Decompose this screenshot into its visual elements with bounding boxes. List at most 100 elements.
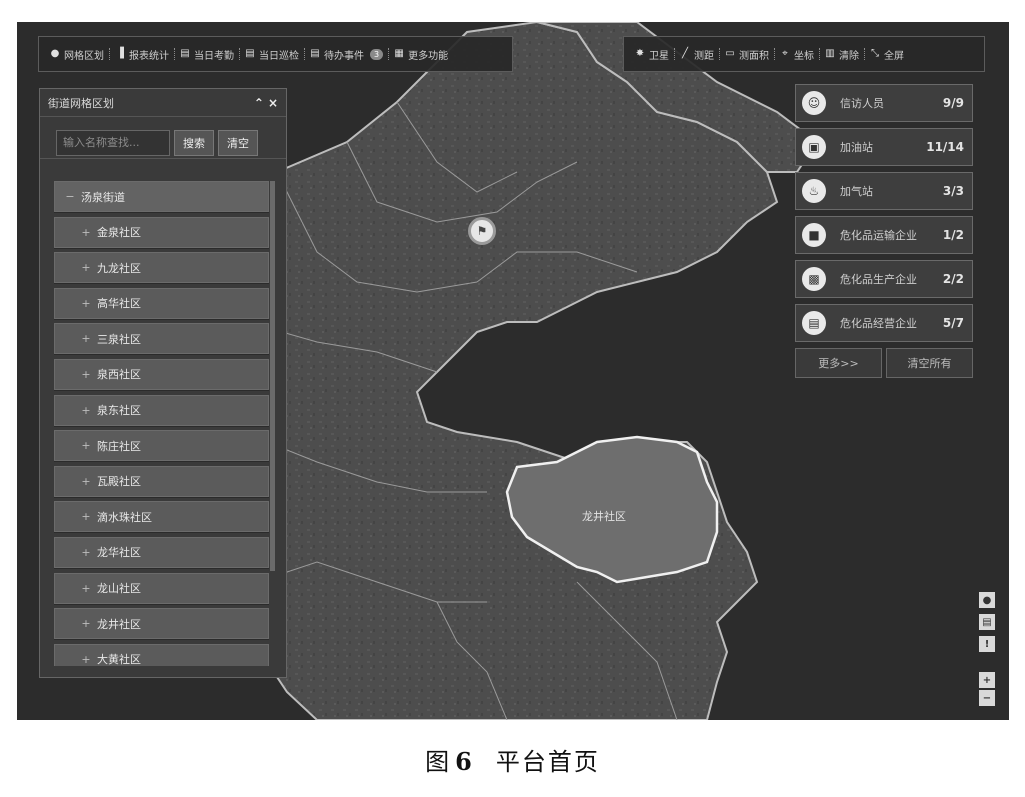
- search-button[interactable]: 搜索: [174, 129, 214, 156]
- person-icon[interactable]: ●: [979, 592, 995, 608]
- tree-root-item[interactable]: − 汤泉街道: [54, 181, 269, 212]
- collapse-icon[interactable]: ⌃: [254, 96, 264, 110]
- toolbar-label: 卫星: [649, 50, 669, 62]
- toolbar-button[interactable]: ▐ 报表统计: [110, 47, 174, 62]
- location-pin-icon[interactable]: ⚑: [468, 217, 496, 245]
- toolbar-button[interactable]: ⌖ 坐标: [775, 47, 819, 62]
- tree-community-item[interactable]: + 大黄社区: [54, 643, 269, 666]
- search-input[interactable]: [56, 129, 170, 156]
- toolbar-button[interactable]: ▦ 更多功能: [389, 47, 453, 62]
- highlight-region-label: 龙井社区: [582, 510, 626, 523]
- stat-card[interactable]: ☺ 信访人员 9/9: [795, 84, 973, 122]
- tree-community-item[interactable]: + 泉东社区: [54, 394, 269, 426]
- tree-item-label: 大黄社区: [97, 653, 141, 666]
- tree-item-label: 龙山社区: [97, 582, 141, 596]
- toolbar-label: 更多功能: [408, 50, 449, 62]
- toolbar-button[interactable]: ✸ 卫星: [630, 47, 674, 62]
- tree-community-item[interactable]: + 瓦殿社区: [54, 465, 269, 497]
- toolbar-button[interactable]: ⤡ 全屏: [865, 47, 909, 62]
- toolbar-label: 清除: [839, 50, 859, 62]
- expand-toggle-icon[interactable]: +: [81, 368, 91, 381]
- figure-caption: 图 6 平台首页: [0, 742, 1025, 777]
- expand-toggle-icon[interactable]: +: [81, 261, 91, 274]
- community-tree: − 汤泉街道 + 金泉社区 + 九龙社区 + 高华社区 + 三泉社区 + 泉西社区 + 泉东社区 + 陈庄社区…: [54, 181, 269, 666]
- stat-card[interactable]: ▩ 危化品生产企业 2/2: [795, 260, 973, 298]
- tree-community-item[interactable]: + 陈庄社区: [54, 430, 269, 462]
- tree-item-label: 陈庄社区: [97, 439, 141, 453]
- expand-toggle-icon[interactable]: +: [81, 510, 91, 523]
- map-toolbar: ✸ 卫星 ╱ 测距 ▭ 测面积 ⌖ 坐标 ▥ 清除 ⤡ 全屏: [623, 36, 985, 72]
- tree-item-label: 泉东社区: [97, 404, 141, 418]
- truck-icon: ■: [802, 223, 826, 247]
- tree-item-label: 汤泉街道: [81, 190, 125, 204]
- toolbar-label: 待办事件: [324, 50, 364, 62]
- expand-toggle-icon[interactable]: +: [81, 617, 91, 630]
- expand-toggle-icon[interactable]: +: [81, 546, 91, 559]
- clear-all-button[interactable]: 清空所有: [886, 348, 973, 378]
- statistics-panel: ☺ 信访人员 9/9 ▣ 加油站 11/14 ♨ 加气站 3/3 ■ 危化品运输企业 1/2 ▩ 危化品生…: [795, 84, 973, 378]
- layers-icon[interactable]: ▤: [979, 614, 995, 630]
- person-icon: ☺: [802, 91, 826, 115]
- expand-toggle-icon[interactable]: +: [81, 297, 91, 310]
- expand-toggle-icon[interactable]: +: [81, 475, 91, 488]
- expand-toggle-icon[interactable]: +: [81, 404, 91, 417]
- toolbar-label: 当日巡检: [259, 50, 299, 62]
- expand-toggle-icon[interactable]: +: [81, 439, 91, 452]
- collapse-toggle-icon[interactable]: −: [65, 190, 75, 203]
- gas-pump-icon: ▣: [802, 135, 826, 159]
- toolbar-button[interactable]: ╱ 测距: [675, 47, 719, 62]
- district-land: [215, 22, 779, 720]
- caption-prefix: 图: [425, 748, 452, 776]
- tree-community-item[interactable]: + 滴水珠社区: [54, 501, 269, 533]
- factory-icon: ▩: [802, 267, 826, 291]
- search-row: 搜索 清空: [40, 117, 286, 159]
- toolbar-button[interactable]: ▥ 清除: [820, 47, 864, 62]
- tree-community-item[interactable]: + 龙华社区: [54, 536, 269, 568]
- coordinate-icon: ⌖: [782, 48, 788, 59]
- stat-card[interactable]: ▣ 加油站 11/14: [795, 128, 973, 166]
- toolbar-label: 测距: [694, 50, 714, 62]
- toolbar-label: 坐标: [794, 50, 814, 62]
- close-icon[interactable]: ×: [268, 96, 278, 110]
- expand-toggle-icon[interactable]: +: [81, 332, 91, 345]
- tree-community-item[interactable]: + 高华社区: [54, 287, 269, 319]
- tree-community-item[interactable]: + 九龙社区: [54, 252, 269, 284]
- calendar-icon: ▤: [310, 48, 320, 59]
- warning-icon[interactable]: !: [979, 636, 995, 652]
- toolbar-label: 全屏: [884, 50, 904, 62]
- tree-community-item[interactable]: + 龙山社区: [54, 572, 269, 604]
- stat-count: 2/2: [942, 272, 964, 286]
- stat-card[interactable]: ■ 危化品运输企业 1/2: [795, 216, 973, 254]
- expand-toggle-icon[interactable]: +: [81, 226, 91, 239]
- tree-scrollbar[interactable]: [270, 181, 275, 571]
- stat-card[interactable]: ▤ 危化品经营企业 5/7: [795, 304, 973, 342]
- tree-item-label: 泉西社区: [97, 368, 141, 382]
- toolbar-button[interactable]: ▤ 当日巡检: [240, 47, 304, 62]
- tree-community-item[interactable]: + 龙井社区: [54, 608, 269, 640]
- toolbar-button[interactable]: ● 网格区划: [45, 47, 109, 62]
- stat-count: 9/9: [942, 96, 964, 110]
- expand-toggle-icon[interactable]: +: [81, 582, 91, 595]
- clear-button[interactable]: 清空: [218, 129, 258, 156]
- function-toolbar: ● 网格区划 ▐ 报表统计 ▤ 当日考勤 ▤ 当日巡检 ▤ 待办事件 3 ▦ 更多功能: [38, 36, 513, 72]
- calendar-icon: ▤: [180, 48, 190, 59]
- expand-toggle-icon[interactable]: +: [81, 653, 91, 666]
- flame-icon: ♨: [802, 179, 826, 203]
- zoom-in-icon[interactable]: +: [979, 672, 995, 688]
- tree-community-item[interactable]: + 金泉社区: [54, 216, 269, 248]
- tree-community-item[interactable]: + 三泉社区: [54, 323, 269, 355]
- stat-card[interactable]: ♨ 加气站 3/3: [795, 172, 973, 210]
- stat-count: 11/14: [926, 140, 964, 154]
- toolbar-button[interactable]: ▤ 待办事件 3: [305, 47, 388, 62]
- tree-item-label: 金泉社区: [97, 226, 141, 240]
- stat-label: 加气站: [840, 185, 873, 198]
- more-button[interactable]: 更多>>: [795, 348, 882, 378]
- tree-item-label: 九龙社区: [97, 261, 141, 275]
- calendar-icon: ▤: [245, 48, 255, 59]
- area-icon: ▭: [725, 48, 735, 59]
- map-canvas[interactable]: 龙井社区 ⚑ ● 网格区划 ▐ 报表统计 ▤ 当日考勤 ▤ 当日巡检 ▤ 待办事件 3 ▦ 更多功能 ✸…: [17, 22, 1009, 720]
- zoom-out-icon[interactable]: −: [979, 690, 995, 706]
- toolbar-button[interactable]: ▤ 当日考勤: [175, 47, 239, 62]
- tree-community-item[interactable]: + 泉西社区: [54, 358, 269, 390]
- toolbar-button[interactable]: ▭ 测面积: [720, 47, 774, 62]
